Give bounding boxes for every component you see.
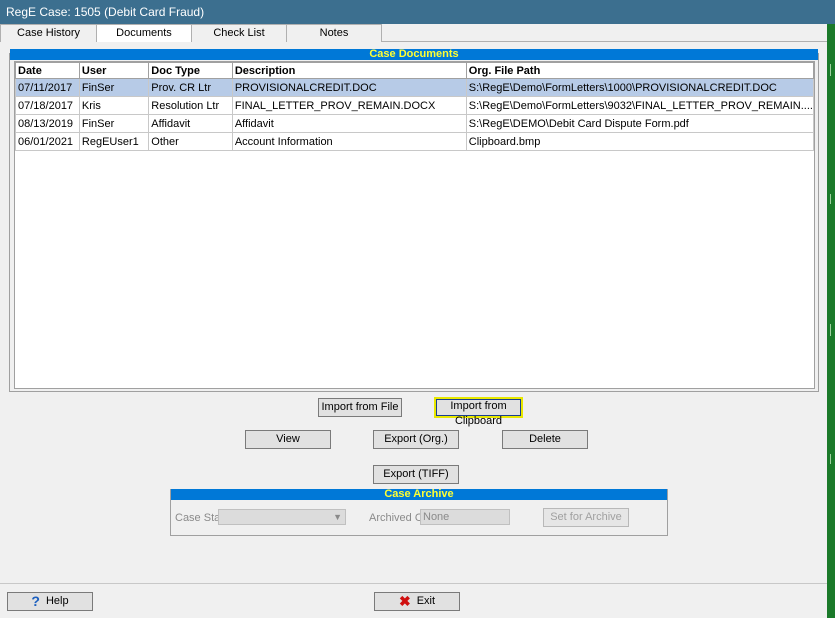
view-button[interactable]: View [245,430,331,449]
window-title: RegE Case: 1505 (Debit Card Fraud) [0,0,835,24]
cell-date: 07/18/2017 [15,96,80,115]
cell-doc-type: Affidavit [148,114,233,133]
case-state-select[interactable]: ▼ [218,509,346,525]
cell-user: Kris [78,96,150,115]
column-header-doc-type[interactable]: Doc Type [148,62,233,79]
cell-description: PROVISIONALCREDIT.DOC [231,78,467,97]
exit-button[interactable]: ✖ Exit [374,592,460,611]
window-edge-strip [827,24,835,618]
cell-doc-type: Resolution Ltr [148,96,233,115]
case-documents-header: Case Documents [10,49,818,60]
tab-strip: Case History Documents Check List Notes [0,24,827,43]
cell-path: Clipboard.bmp [465,132,815,151]
cell-description: Account Information [231,132,467,151]
export-tiff-button[interactable]: Export (TIFF) [373,465,459,484]
tab-documents[interactable]: Documents [97,24,192,43]
tab-check-list[interactable]: Check List [192,24,287,42]
set-for-archive-button[interactable]: Set for Archive [543,508,629,527]
column-header-date[interactable]: Date [15,62,80,79]
cell-doc-type: Other [148,132,233,151]
cell-description: Affidavit [231,114,467,133]
column-header-description[interactable]: Description [231,62,467,79]
chevron-down-icon: ▼ [333,512,342,522]
cell-date: 08/13/2019 [15,114,80,133]
tab-notes[interactable]: Notes [287,24,382,42]
help-button[interactable]: ? Help [7,592,93,611]
import-from-clipboard-button[interactable]: Import from Clipboard [434,397,523,427]
column-header-path[interactable]: Org. File Path [465,62,815,79]
table-header-row: Date User Doc Type Description Org. File… [15,62,815,79]
red-x-icon: ✖ [398,593,411,609]
cell-date: 07/11/2017 [15,78,80,97]
cell-doc-type: Prov. CR Ltr [148,78,233,97]
table-row[interactable]: 07/11/2017 FinSer Prov. CR Ltr PROVISION… [15,78,815,97]
case-archive-header: Case Archive [171,489,667,500]
tab-case-history[interactable]: Case History [0,24,97,42]
archived-on-field[interactable]: None [420,509,510,525]
export-org-button[interactable]: Export (Org.) [373,430,459,449]
cell-path: S:\RegE\Demo\FormLetters\9032\FINAL_LETT… [465,96,815,115]
cell-path: S:\RegE\DEMO\Debit Card Dispute Form.pdf [465,114,815,133]
footer-divider [0,583,827,584]
help-label: Help [45,595,69,607]
cell-user: FinSer [78,78,150,97]
cell-path: S:\RegE\Demo\FormLetters\1000\PROVISIONA… [465,78,815,97]
cell-user: RegEUser1 [78,132,150,151]
table-row[interactable]: 07/18/2017 Kris Resolution Ltr FINAL_LET… [15,96,815,115]
table-row[interactable]: 08/13/2019 FinSer Affidavit Affidavit S:… [15,114,815,133]
cell-user: FinSer [78,114,150,133]
table-row[interactable]: 06/01/2021 RegEUser1 Other Account Infor… [15,132,815,151]
question-icon: ? [31,593,40,609]
delete-button[interactable]: Delete [502,430,588,449]
exit-label: Exit [416,595,436,607]
cell-description: FINAL_LETTER_PROV_REMAIN.DOCX [231,96,467,115]
documents-table: Date User Doc Type Description Org. File… [15,62,815,151]
documents-grid[interactable]: Date User Doc Type Description Org. File… [14,61,815,389]
column-header-user[interactable]: User [78,62,150,79]
cell-date: 06/01/2021 [15,132,80,151]
import-from-file-button[interactable]: Import from File [318,398,402,417]
